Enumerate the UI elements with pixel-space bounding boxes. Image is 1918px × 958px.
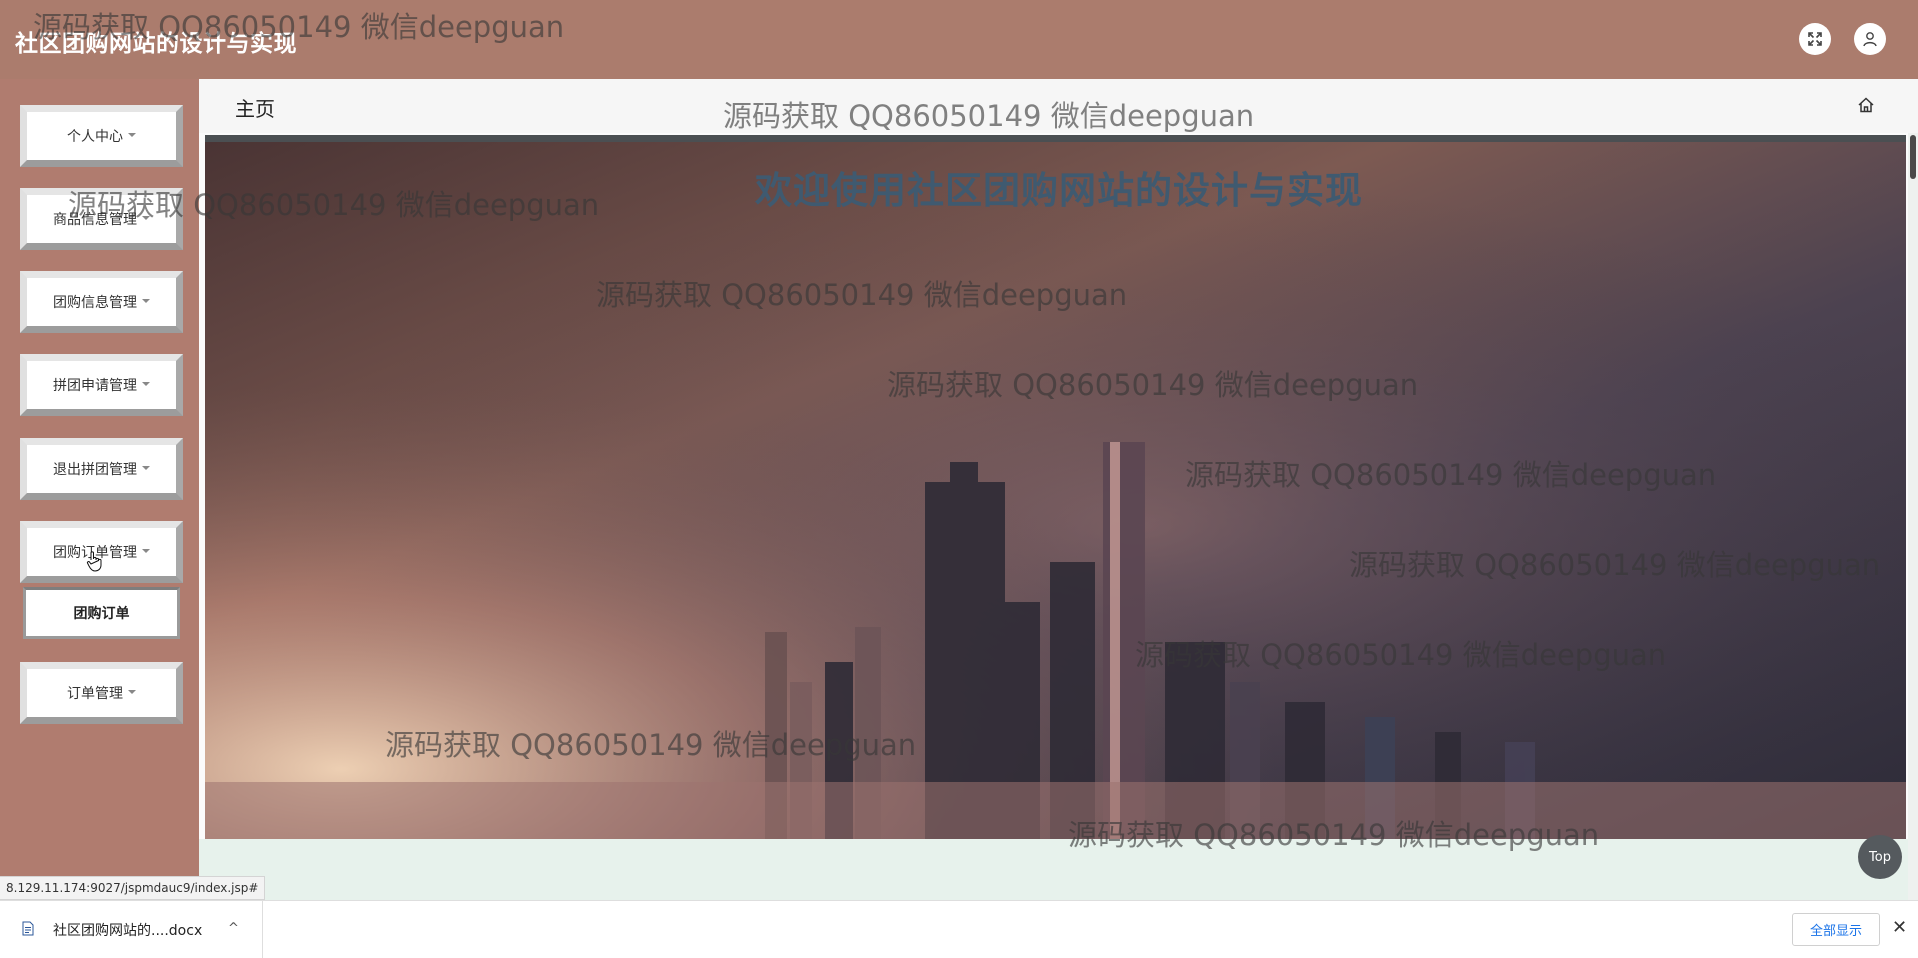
tab-home[interactable]: 主页 [235,93,275,122]
sidebar-item-label: 订单管理 [67,686,123,702]
sidebar-item-group-application[interactable]: 拼团申请管理 [20,354,183,416]
sidebar-item-order-management[interactable]: 订单管理 [20,662,183,724]
welcome-heading: 欢迎使用社区团购网站的设计与实现 [755,169,1363,212]
download-file-name: 社区团购网站的....docx [53,923,203,939]
sidebar-item-label: 个人中心 [67,129,123,145]
back-to-top-button[interactable]: Top [1858,835,1902,879]
close-icon[interactable]: ✕ [1892,917,1907,938]
scroll-thumb[interactable] [1910,135,1916,179]
fullscreen-icon[interactable] [1799,23,1831,55]
sidebar-item-group-buy-info[interactable]: 团购信息管理 [20,271,183,333]
caret-down-icon [142,216,150,220]
sidebar-item-exit-group[interactable]: 退出拼团管理 [20,438,183,500]
download-item[interactable]: 社区团购网站的....docx ^ [0,901,263,958]
sidebar-item-personal-center[interactable]: 个人中心 [20,105,183,167]
caret-down-icon [142,299,150,303]
sidebar-item-label: 退出拼团管理 [53,462,137,478]
home-icon[interactable] [1856,95,1876,115]
chevron-up-icon[interactable]: ^ [228,921,239,936]
status-url: 8.129.11.174:9027/jspmdauc9/index.jsp# [0,876,266,900]
sidebar-item-label: 拼团申请管理 [53,378,137,394]
app-title: 社区团购网站的设计与实现 [15,31,297,57]
user-icon[interactable] [1854,23,1886,55]
submenu-item-group-order[interactable]: 团购订单 [23,587,180,639]
caret-down-icon [128,690,136,694]
tab-bar: 主页 [199,79,1918,133]
top-header: 社区团购网站的设计与实现 [0,0,1918,79]
content-background [199,839,1918,900]
show-all-button[interactable]: 全部显示 [1792,913,1880,946]
download-bar: 社区团购网站的....docx ^ 全部显示 ✕ [0,900,1918,958]
banner-image [205,135,1906,839]
sidebar-item-label: 团购信息管理 [53,295,137,311]
word-file-icon [22,921,34,936]
caret-down-icon [142,466,150,470]
sidebar-item-group-orders[interactable]: 团购订单管理 [20,521,183,583]
scrollbar[interactable] [1908,133,1918,900]
caret-down-icon [128,133,136,137]
caret-down-icon [142,549,150,553]
caret-down-icon [142,382,150,386]
sidebar-item-label: 团购订单管理 [53,545,137,561]
